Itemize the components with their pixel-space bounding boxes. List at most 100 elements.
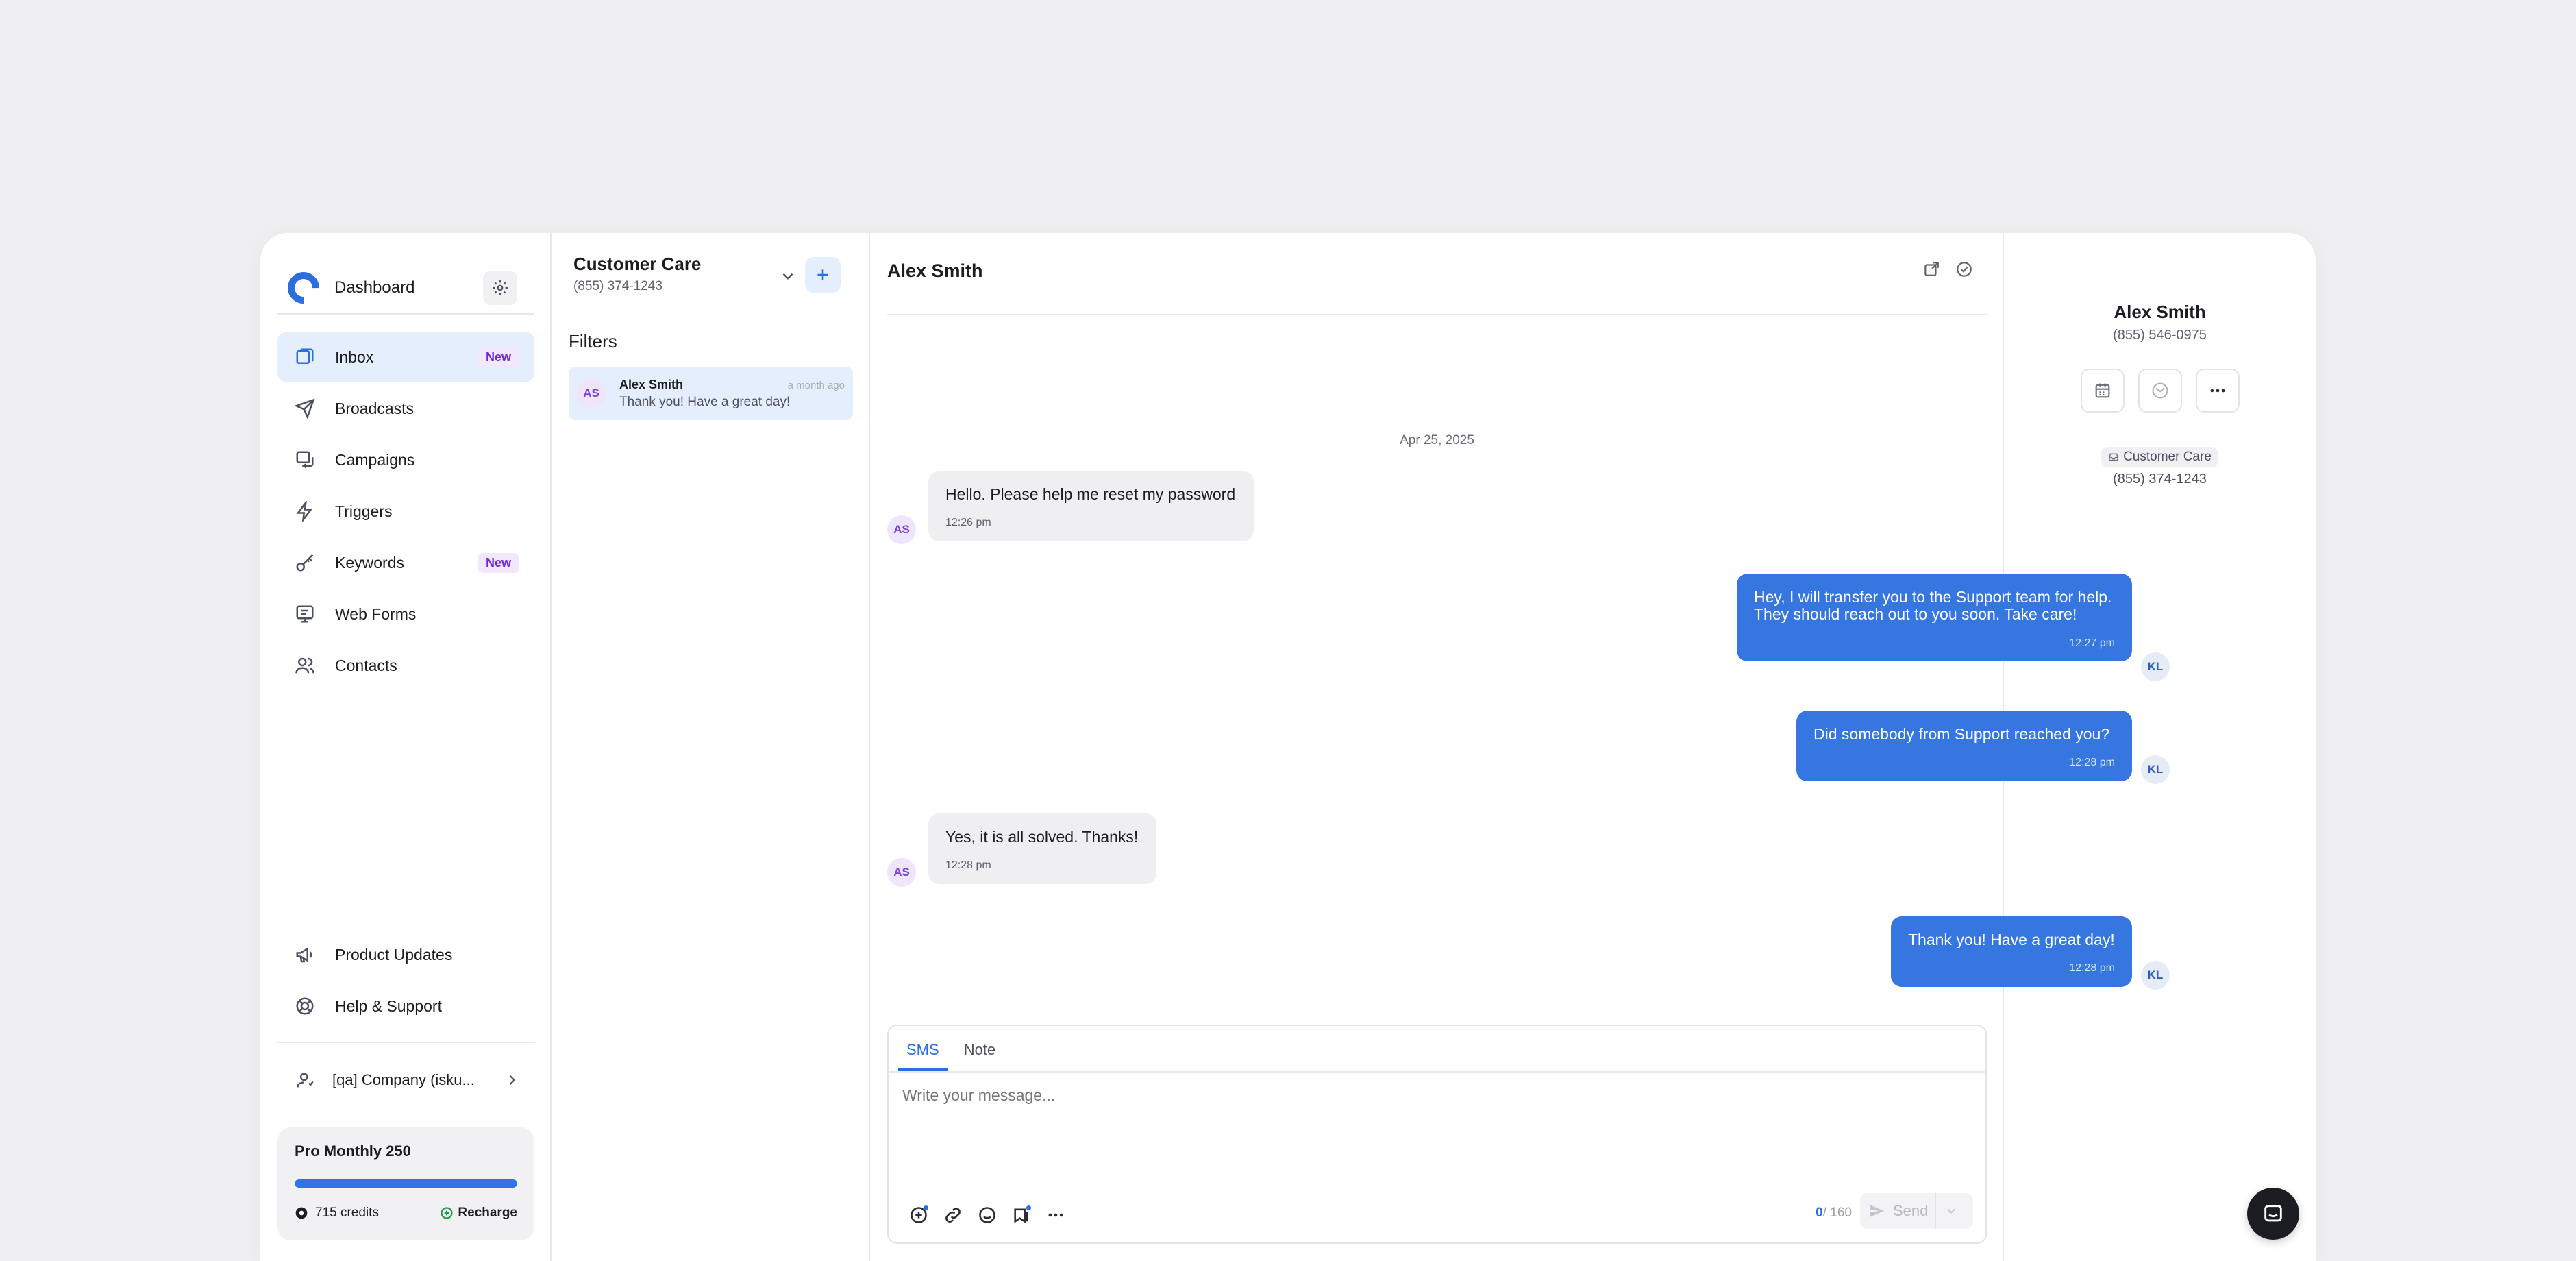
message-incoming: Yes, it is all solved. Thanks! 12:28 pm …: [887, 813, 1156, 887]
more-button[interactable]: [2195, 369, 2240, 413]
credits-count: 715 credits: [315, 1205, 379, 1220]
conversation-name: Alex Smith: [619, 377, 684, 391]
user-icon: [293, 1068, 317, 1092]
credits-progress-bar: [295, 1179, 517, 1188]
char-limit: / 160: [1822, 1205, 1852, 1220]
contact-panel: Alex Smith (855) 546-0975 Customer Care …: [2004, 233, 2316, 1261]
mail-icon: [2151, 381, 2170, 400]
nav-label: Web Forms: [335, 604, 417, 623]
new-badge: New: [477, 552, 519, 573]
settings-button[interactable]: [483, 271, 517, 305]
message-input[interactable]: [902, 1086, 1930, 1105]
nav-label: Triggers: [335, 502, 393, 520]
monitor-icon: [293, 602, 317, 626]
email-button[interactable]: [2138, 369, 2182, 413]
send-button[interactable]: Send: [1860, 1193, 1973, 1229]
nav-label: Campaigns: [335, 450, 415, 469]
conversation-item[interactable]: AS Alex Smith a month ago Thank you! Hav…: [569, 367, 853, 420]
avatar: AS: [577, 379, 606, 408]
plan-name: Pro Monthly 250: [295, 1142, 411, 1160]
chat-header: Alex Smith: [887, 260, 1987, 315]
open-external-icon[interactable]: [1922, 260, 1940, 278]
emoji-icon[interactable]: [975, 1203, 1000, 1227]
nav-item-contacts[interactable]: Contacts: [277, 641, 534, 690]
app-window: Dashboard Inbox New Broadcasts Campaigns: [260, 233, 2316, 1261]
credits-icon: [295, 1206, 308, 1220]
composer-tabs: SMS Note: [889, 1026, 1985, 1073]
sidebar: Dashboard Inbox New Broadcasts Campaigns: [260, 233, 552, 1261]
divider: [277, 1042, 534, 1043]
conversation-list-panel: Customer Care (855) 374-1243 Filters AS …: [552, 233, 870, 1261]
send-icon: [293, 396, 317, 421]
character-counter: 0/ 160: [1816, 1205, 1852, 1221]
plus-icon: [814, 266, 832, 284]
chevron-down-icon[interactable]: [779, 267, 797, 285]
plan-card: Pro Monthly 250 715 credits Recharge: [277, 1127, 534, 1240]
date-separator: Apr 25, 2025: [1400, 433, 1474, 448]
recharge-label: Recharge: [458, 1205, 517, 1220]
tab-sms[interactable]: SMS: [898, 1026, 948, 1071]
credits-progress-fill: [295, 1179, 517, 1188]
template-icon[interactable]: [1009, 1203, 1034, 1227]
recharge-button[interactable]: Recharge: [440, 1205, 517, 1221]
message-time: 12:28 pm: [945, 859, 991, 872]
inbox-chip-phone: (855) 374-1243: [2113, 472, 2207, 487]
nav-label: Keywords: [335, 553, 404, 572]
nav-item-inbox[interactable]: Inbox New: [277, 332, 534, 382]
bolt-icon: [293, 499, 317, 524]
bottom-nav: Product Updates Help & Support: [277, 930, 534, 1033]
chat-bubble-icon: [2262, 1202, 2285, 1225]
message-bubble: Hello. Please help me reset my password …: [928, 471, 1254, 541]
send-arrow-icon: [1868, 1203, 1885, 1219]
divider: [277, 313, 534, 315]
nav-label: Help & Support: [335, 996, 442, 1015]
nav-item-triggers[interactable]: Triggers: [277, 487, 534, 536]
link-icon[interactable]: [941, 1203, 965, 1227]
company-switcher-wrap: [qa] Company (isku...: [277, 1055, 534, 1107]
calendar-icon: [2093, 381, 2112, 400]
composer-toolbar: [906, 1203, 1068, 1227]
nav-item-web-forms[interactable]: Web Forms: [277, 589, 534, 639]
conversation-preview: Thank you! Have a great day!: [619, 394, 791, 409]
nav-item-product-updates[interactable]: Product Updates: [277, 930, 534, 979]
nav-item-campaigns[interactable]: Campaigns: [277, 435, 534, 485]
nav-label: Broadcasts: [335, 399, 414, 417]
add-attachment-icon[interactable]: [906, 1203, 931, 1227]
nav-item-keywords[interactable]: Keywords New: [277, 538, 534, 587]
char-count: 0: [1816, 1205, 1823, 1220]
send-label: Send: [1893, 1202, 1929, 1219]
filters-label[interactable]: Filters: [569, 331, 617, 352]
nav-label: Contacts: [335, 656, 397, 674]
new-conversation-button[interactable]: [805, 257, 841, 293]
message-text: Yes, it is all solved. Thanks!: [945, 828, 1139, 846]
company-switcher[interactable]: [qa] Company (isku...: [277, 1055, 534, 1105]
contact-phone: (855) 546-0975: [2113, 328, 2207, 343]
company-name: [qa] Company (isku...: [332, 1071, 475, 1088]
schedule-button[interactable]: [2080, 369, 2125, 413]
message-time: 12:26 pm: [945, 517, 991, 529]
message-bubble: Yes, it is all solved. Thanks! 12:28 pm: [928, 813, 1156, 884]
chat-title: Alex Smith: [887, 260, 983, 281]
nav-item-help-support[interactable]: Help & Support: [277, 981, 534, 1031]
more-options-icon[interactable]: [1043, 1203, 1068, 1227]
contact-name: Alex Smith: [2114, 302, 2206, 322]
resolve-check-icon[interactable]: [1955, 260, 1973, 278]
nav-item-broadcasts[interactable]: Broadcasts: [277, 384, 534, 433]
lifebuoy-icon: [293, 994, 317, 1018]
campaign-icon: [293, 448, 317, 472]
chat-support-launcher[interactable]: [2247, 1188, 2299, 1240]
conversation-time: a month ago: [787, 379, 845, 391]
sidebar-header: Dashboard: [281, 257, 517, 319]
inbox-tray-icon: [2108, 452, 2119, 463]
gear-icon: [491, 279, 509, 297]
chevron-down-icon[interactable]: [1944, 1204, 1958, 1218]
more-options-icon: [2208, 381, 2227, 400]
dashboard-link[interactable]: Dashboard: [334, 278, 483, 297]
megaphone-icon: [293, 942, 317, 967]
avatar: AS: [887, 515, 916, 544]
contact-actions: [2004, 369, 2316, 413]
brand-logo[interactable]: [281, 265, 326, 310]
new-badge: New: [477, 347, 519, 367]
recharge-icon: [440, 1206, 454, 1220]
tab-note[interactable]: Note: [956, 1026, 1004, 1071]
